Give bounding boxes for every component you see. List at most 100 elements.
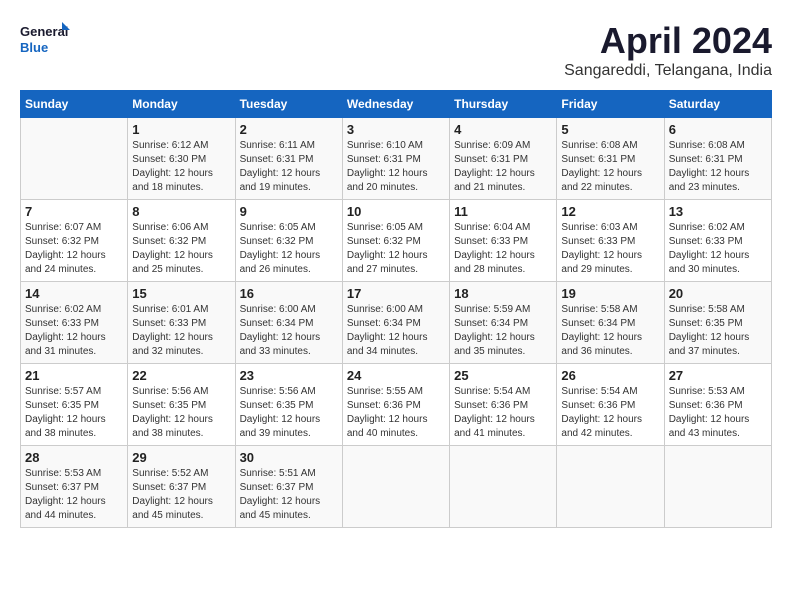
calendar-cell: 19 Sunrise: 5:58 AM Sunset: 6:34 PM Dayli… <box>557 282 664 364</box>
day-info: Sunrise: 5:52 AM Sunset: 6:37 PM Dayligh… <box>132 467 230 523</box>
calendar-cell <box>21 118 128 200</box>
col-header-tuesday: Tuesday <box>235 91 342 118</box>
day-info: Sunrise: 5:56 AM Sunset: 6:35 PM Dayligh… <box>132 385 230 441</box>
calendar-cell: 24 Sunrise: 5:55 AM Sunset: 6:36 PM Dayli… <box>342 364 449 446</box>
day-info: Sunrise: 6:07 AM Sunset: 6:32 PM Dayligh… <box>25 221 123 277</box>
calendar-cell: 21Sunrise: 5:57 AM Sunset: 6:35 PM Dayli… <box>21 364 128 446</box>
day-info: Sunrise: 5:59 AM Sunset: 6:34 PM Dayligh… <box>454 303 552 359</box>
day-number: 4 <box>454 122 552 137</box>
day-number: 2 <box>240 122 338 137</box>
day-info: Sunrise: 6:10 AM Sunset: 6:31 PM Dayligh… <box>347 139 445 195</box>
calendar-cell: 7 Sunrise: 6:07 AM Sunset: 6:32 PM Daylig… <box>21 200 128 282</box>
day-info: Sunrise: 5:57 AM Sunset: 6:35 PM Dayligh… <box>25 385 123 441</box>
day-number: 7 <box>25 204 123 219</box>
page-header: General Blue April 2024 Sangareddi, Tela… <box>20 20 772 80</box>
calendar-cell: 28Sunrise: 5:53 AM Sunset: 6:37 PM Dayli… <box>21 446 128 528</box>
day-number: 14 <box>25 286 123 301</box>
day-number: 18 <box>454 286 552 301</box>
calendar-cell <box>664 446 771 528</box>
calendar-cell: 6 Sunrise: 6:08 AM Sunset: 6:31 PM Daylig… <box>664 118 771 200</box>
calendar-cell: 2 Sunrise: 6:11 AM Sunset: 6:31 PM Daylig… <box>235 118 342 200</box>
day-number: 1 <box>132 122 230 137</box>
col-header-wednesday: Wednesday <box>342 91 449 118</box>
calendar-header-row: SundayMondayTuesdayWednesdayThursdayFrid… <box>21 91 772 118</box>
day-number: 23 <box>240 368 338 383</box>
day-info: Sunrise: 6:05 AM Sunset: 6:32 PM Dayligh… <box>347 221 445 277</box>
day-info: Sunrise: 6:03 AM Sunset: 6:33 PM Dayligh… <box>561 221 659 277</box>
day-info: Sunrise: 6:11 AM Sunset: 6:31 PM Dayligh… <box>240 139 338 195</box>
day-info: Sunrise: 6:09 AM Sunset: 6:31 PM Dayligh… <box>454 139 552 195</box>
logo-svg: General Blue <box>20 20 70 62</box>
calendar-cell <box>450 446 557 528</box>
day-number: 8 <box>132 204 230 219</box>
day-number: 20 <box>669 286 767 301</box>
day-info: Sunrise: 6:02 AM Sunset: 6:33 PM Dayligh… <box>669 221 767 277</box>
day-info: Sunrise: 5:58 AM Sunset: 6:34 PM Dayligh… <box>561 303 659 359</box>
day-number: 9 <box>240 204 338 219</box>
day-info: Sunrise: 6:08 AM Sunset: 6:31 PM Dayligh… <box>669 139 767 195</box>
day-info: Sunrise: 5:54 AM Sunset: 6:36 PM Dayligh… <box>561 385 659 441</box>
calendar-cell <box>557 446 664 528</box>
col-header-sunday: Sunday <box>21 91 128 118</box>
day-number: 28 <box>25 450 123 465</box>
calendar-cell: 11 Sunrise: 6:04 AM Sunset: 6:33 PM Dayli… <box>450 200 557 282</box>
day-number: 22 <box>132 368 230 383</box>
day-info: Sunrise: 6:04 AM Sunset: 6:33 PM Dayligh… <box>454 221 552 277</box>
col-header-monday: Monday <box>128 91 235 118</box>
svg-text:Blue: Blue <box>20 40 48 55</box>
location-title: Sangareddi, Telangana, India <box>564 62 772 80</box>
calendar-cell: 1Sunrise: 6:12 AM Sunset: 6:30 PM Daylig… <box>128 118 235 200</box>
calendar-cell: 30 Sunrise: 5:51 AM Sunset: 6:37 PM Dayli… <box>235 446 342 528</box>
calendar-table: SundayMondayTuesdayWednesdayThursdayFrid… <box>20 90 772 528</box>
day-info: Sunrise: 6:06 AM Sunset: 6:32 PM Dayligh… <box>132 221 230 277</box>
day-number: 25 <box>454 368 552 383</box>
day-number: 6 <box>669 122 767 137</box>
day-info: Sunrise: 5:51 AM Sunset: 6:37 PM Dayligh… <box>240 467 338 523</box>
day-number: 19 <box>561 286 659 301</box>
day-info: Sunrise: 5:53 AM Sunset: 6:36 PM Dayligh… <box>669 385 767 441</box>
week-row-2: 7 Sunrise: 6:07 AM Sunset: 6:32 PM Daylig… <box>21 200 772 282</box>
week-row-4: 21Sunrise: 5:57 AM Sunset: 6:35 PM Dayli… <box>21 364 772 446</box>
calendar-cell: 17Sunrise: 6:00 AM Sunset: 6:34 PM Dayli… <box>342 282 449 364</box>
day-number: 3 <box>347 122 445 137</box>
day-number: 12 <box>561 204 659 219</box>
day-number: 29 <box>132 450 230 465</box>
day-info: Sunrise: 5:58 AM Sunset: 6:35 PM Dayligh… <box>669 303 767 359</box>
calendar-cell: 18 Sunrise: 5:59 AM Sunset: 6:34 PM Dayli… <box>450 282 557 364</box>
day-info: Sunrise: 6:01 AM Sunset: 6:33 PM Dayligh… <box>132 303 230 359</box>
week-row-1: 1Sunrise: 6:12 AM Sunset: 6:30 PM Daylig… <box>21 118 772 200</box>
calendar-cell: 8 Sunrise: 6:06 AM Sunset: 6:32 PM Daylig… <box>128 200 235 282</box>
day-info: Sunrise: 6:05 AM Sunset: 6:32 PM Dayligh… <box>240 221 338 277</box>
calendar-cell: 22 Sunrise: 5:56 AM Sunset: 6:35 PM Dayli… <box>128 364 235 446</box>
day-number: 24 <box>347 368 445 383</box>
calendar-cell: 5Sunrise: 6:08 AM Sunset: 6:31 PM Daylig… <box>557 118 664 200</box>
col-header-saturday: Saturday <box>664 91 771 118</box>
calendar-cell: 15Sunrise: 6:01 AM Sunset: 6:33 PM Dayli… <box>128 282 235 364</box>
day-number: 16 <box>240 286 338 301</box>
week-row-5: 28Sunrise: 5:53 AM Sunset: 6:37 PM Dayli… <box>21 446 772 528</box>
calendar-cell: 27 Sunrise: 5:53 AM Sunset: 6:36 PM Dayli… <box>664 364 771 446</box>
calendar-cell: 9 Sunrise: 6:05 AM Sunset: 6:32 PM Daylig… <box>235 200 342 282</box>
day-number: 26 <box>561 368 659 383</box>
calendar-cell: 23Sunrise: 5:56 AM Sunset: 6:35 PM Dayli… <box>235 364 342 446</box>
day-number: 27 <box>669 368 767 383</box>
logo: General Blue <box>20 20 70 62</box>
calendar-cell <box>342 446 449 528</box>
col-header-thursday: Thursday <box>450 91 557 118</box>
day-number: 30 <box>240 450 338 465</box>
calendar-cell: 25Sunrise: 5:54 AM Sunset: 6:36 PM Dayli… <box>450 364 557 446</box>
calendar-cell: 3 Sunrise: 6:10 AM Sunset: 6:31 PM Daylig… <box>342 118 449 200</box>
calendar-cell: 13Sunrise: 6:02 AM Sunset: 6:33 PM Dayli… <box>664 200 771 282</box>
day-number: 17 <box>347 286 445 301</box>
day-info: Sunrise: 5:55 AM Sunset: 6:36 PM Dayligh… <box>347 385 445 441</box>
svg-text:General: General <box>20 24 68 39</box>
col-header-friday: Friday <box>557 91 664 118</box>
calendar-cell: 26 Sunrise: 5:54 AM Sunset: 6:36 PM Dayli… <box>557 364 664 446</box>
calendar-cell: 16Sunrise: 6:00 AM Sunset: 6:34 PM Dayli… <box>235 282 342 364</box>
calendar-cell: 10Sunrise: 6:05 AM Sunset: 6:32 PM Dayli… <box>342 200 449 282</box>
day-number: 11 <box>454 204 552 219</box>
week-row-3: 14 Sunrise: 6:02 AM Sunset: 6:33 PM Dayli… <box>21 282 772 364</box>
day-info: Sunrise: 6:02 AM Sunset: 6:33 PM Dayligh… <box>25 303 123 359</box>
day-info: Sunrise: 6:08 AM Sunset: 6:31 PM Dayligh… <box>561 139 659 195</box>
calendar-cell: 12 Sunrise: 6:03 AM Sunset: 6:33 PM Dayli… <box>557 200 664 282</box>
